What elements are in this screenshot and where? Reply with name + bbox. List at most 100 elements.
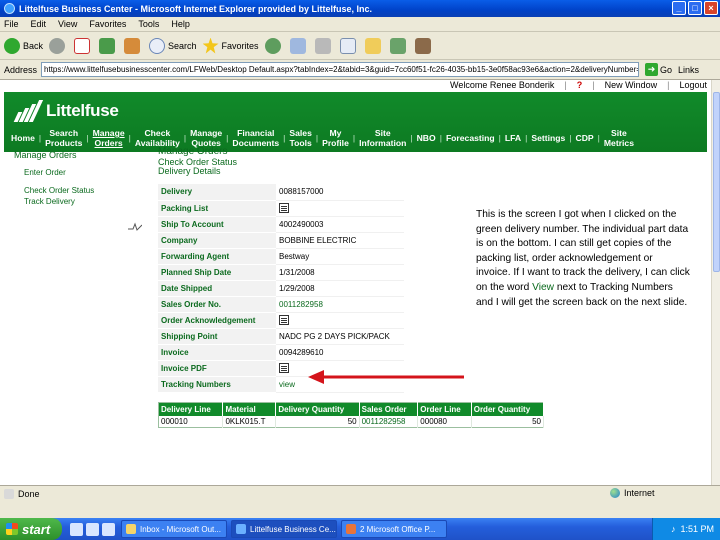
nav-item[interactable]: CDP [573, 133, 597, 143]
refresh-button[interactable] [99, 37, 118, 54]
search-button[interactable]: Search [149, 37, 197, 54]
detail-doc-cell [276, 200, 404, 217]
scrollbar-thumb[interactable] [713, 92, 720, 272]
littelfuse-logo[interactable]: Littelfuse [12, 100, 119, 122]
edit-icon [339, 37, 356, 54]
research-button[interactable] [414, 37, 434, 54]
task-outlook[interactable]: Inbox - Microsoft Out... [121, 520, 227, 538]
detail-link[interactable]: 0011282958 [276, 296, 404, 313]
task-powerpoint[interactable]: 2 Microsoft Office P... [341, 520, 447, 538]
nav-item[interactable]: Financial Documents [229, 128, 282, 148]
detail-row: Sales Order No. 0011282958 [158, 296, 404, 313]
quick-launch-icon[interactable] [86, 522, 99, 536]
edit-button[interactable] [339, 37, 359, 54]
quick-launch-icon[interactable] [102, 522, 115, 536]
nav-item[interactable]: Check Availability [132, 128, 183, 148]
quick-launch [70, 522, 115, 536]
ie-icon [236, 524, 246, 534]
vertical-scrollbar[interactable] [711, 80, 720, 485]
print-button[interactable] [314, 37, 334, 54]
nav-item[interactable]: My Profile [319, 128, 352, 148]
menu-edit[interactable]: Edit [31, 19, 47, 29]
nav-item[interactable]: Site Information [356, 128, 409, 148]
help-icon[interactable]: ? [577, 80, 583, 90]
status-text: Done [18, 488, 40, 499]
nav-item[interactable]: Home [8, 133, 38, 143]
quick-launch-icon[interactable] [70, 522, 83, 536]
detail-row: Delivery 0088157000 [158, 184, 404, 201]
task-littelfuse[interactable]: Littelfuse Business Ce... [231, 520, 337, 538]
internet-globe-icon [610, 488, 620, 498]
nav-item[interactable]: Manage Quotes [187, 128, 225, 148]
address-input[interactable]: https://www.littelfusebusinesscenter.com… [41, 62, 640, 77]
welcome-area: Welcome Renee Bonderik | ? | New Window … [450, 80, 707, 90]
home-button[interactable] [124, 37, 143, 54]
nav-item[interactable]: Sales Tools [286, 128, 314, 148]
document-icon[interactable] [279, 203, 289, 213]
menu-tools[interactable]: Tools [138, 19, 159, 29]
detail-row: Ship To Account 4002490003 [158, 216, 404, 233]
window-title: Littelfuse Business Center - Microsoft I… [19, 3, 373, 14]
nav-separator: | [439, 133, 442, 143]
desktop-strip [0, 501, 720, 518]
address-label: Address [4, 64, 38, 75]
status-bar: Done Internet [0, 485, 720, 501]
detail-value: 1/29/2008 [276, 280, 404, 297]
nav-item[interactable]: Search Products [42, 128, 85, 148]
start-button[interactable]: start [0, 518, 62, 540]
mail-button[interactable] [289, 37, 309, 54]
nav-item[interactable]: Site Metrics [601, 128, 637, 148]
links-label[interactable]: Links [678, 65, 699, 75]
page-title: Manage Orders [158, 146, 228, 157]
table-cell: 50 [471, 415, 545, 428]
stop-button[interactable] [74, 37, 93, 54]
sidebar-link-track-delivery[interactable]: Track Delivery [24, 197, 124, 206]
sidebar-link-enter-order[interactable]: Enter Order [24, 168, 124, 177]
task-label: 2 Microsoft Office P... [360, 524, 436, 534]
detail-row: Forwarding Agent Bestway [158, 248, 404, 265]
favorites-button[interactable]: Favorites [202, 37, 259, 54]
red-pointer-arrow [308, 370, 464, 384]
nav-item[interactable]: Manage Orders [90, 128, 128, 148]
logout-link[interactable]: Logout [679, 80, 707, 90]
back-arrow-icon [4, 37, 20, 54]
maximize-button[interactable]: □ [688, 1, 702, 15]
mail-icon [289, 37, 306, 54]
nav-item[interactable]: NBO [414, 133, 439, 143]
back-button[interactable]: Back [4, 37, 43, 54]
column-header: Order Quantity [471, 402, 545, 416]
close-button[interactable]: × [704, 1, 718, 15]
nav-separator: | [86, 133, 89, 143]
messenger-button[interactable] [389, 37, 409, 54]
new-window-link[interactable]: New Window [605, 80, 658, 90]
detail-label: Shipping Point [158, 328, 276, 345]
sidebar-link-check-order-status[interactable]: Check Order Status [24, 186, 124, 195]
document-icon[interactable] [279, 315, 289, 325]
go-button[interactable]: ➜ Go [645, 63, 672, 76]
detail-value: NADC PG 2 DAYS PICK/PACK [276, 328, 404, 345]
folder-button[interactable] [364, 37, 384, 54]
forward-arrow-icon [49, 37, 66, 54]
menu-favorites[interactable]: Favorites [89, 19, 126, 29]
minimize-button[interactable]: _ [672, 1, 686, 15]
forward-button[interactable] [49, 37, 68, 54]
home-icon [124, 37, 141, 54]
document-icon[interactable] [279, 363, 289, 373]
nav-separator: | [226, 133, 229, 143]
windows-flag-icon [6, 523, 18, 535]
powerpoint-icon [346, 524, 356, 534]
detail-row: Order Acknowledgement [158, 312, 404, 329]
menu-file[interactable]: File [4, 19, 19, 29]
history-button[interactable] [264, 37, 284, 54]
nav-item[interactable]: Settings [528, 133, 568, 143]
sales-order-link[interactable]: 0011282958 [359, 415, 419, 428]
nav-item[interactable]: LFA [502, 133, 524, 143]
favorites-star-icon [202, 37, 219, 54]
menu-view[interactable]: View [58, 19, 77, 29]
menu-help[interactable]: Help [171, 19, 190, 29]
volume-icon[interactable]: ♪ [671, 524, 676, 534]
nav-item[interactable]: Forecasting [443, 133, 498, 143]
nav-separator: | [352, 133, 356, 143]
detail-row: Invoice 0094289610 [158, 344, 404, 361]
zone-label: Internet [624, 488, 655, 498]
